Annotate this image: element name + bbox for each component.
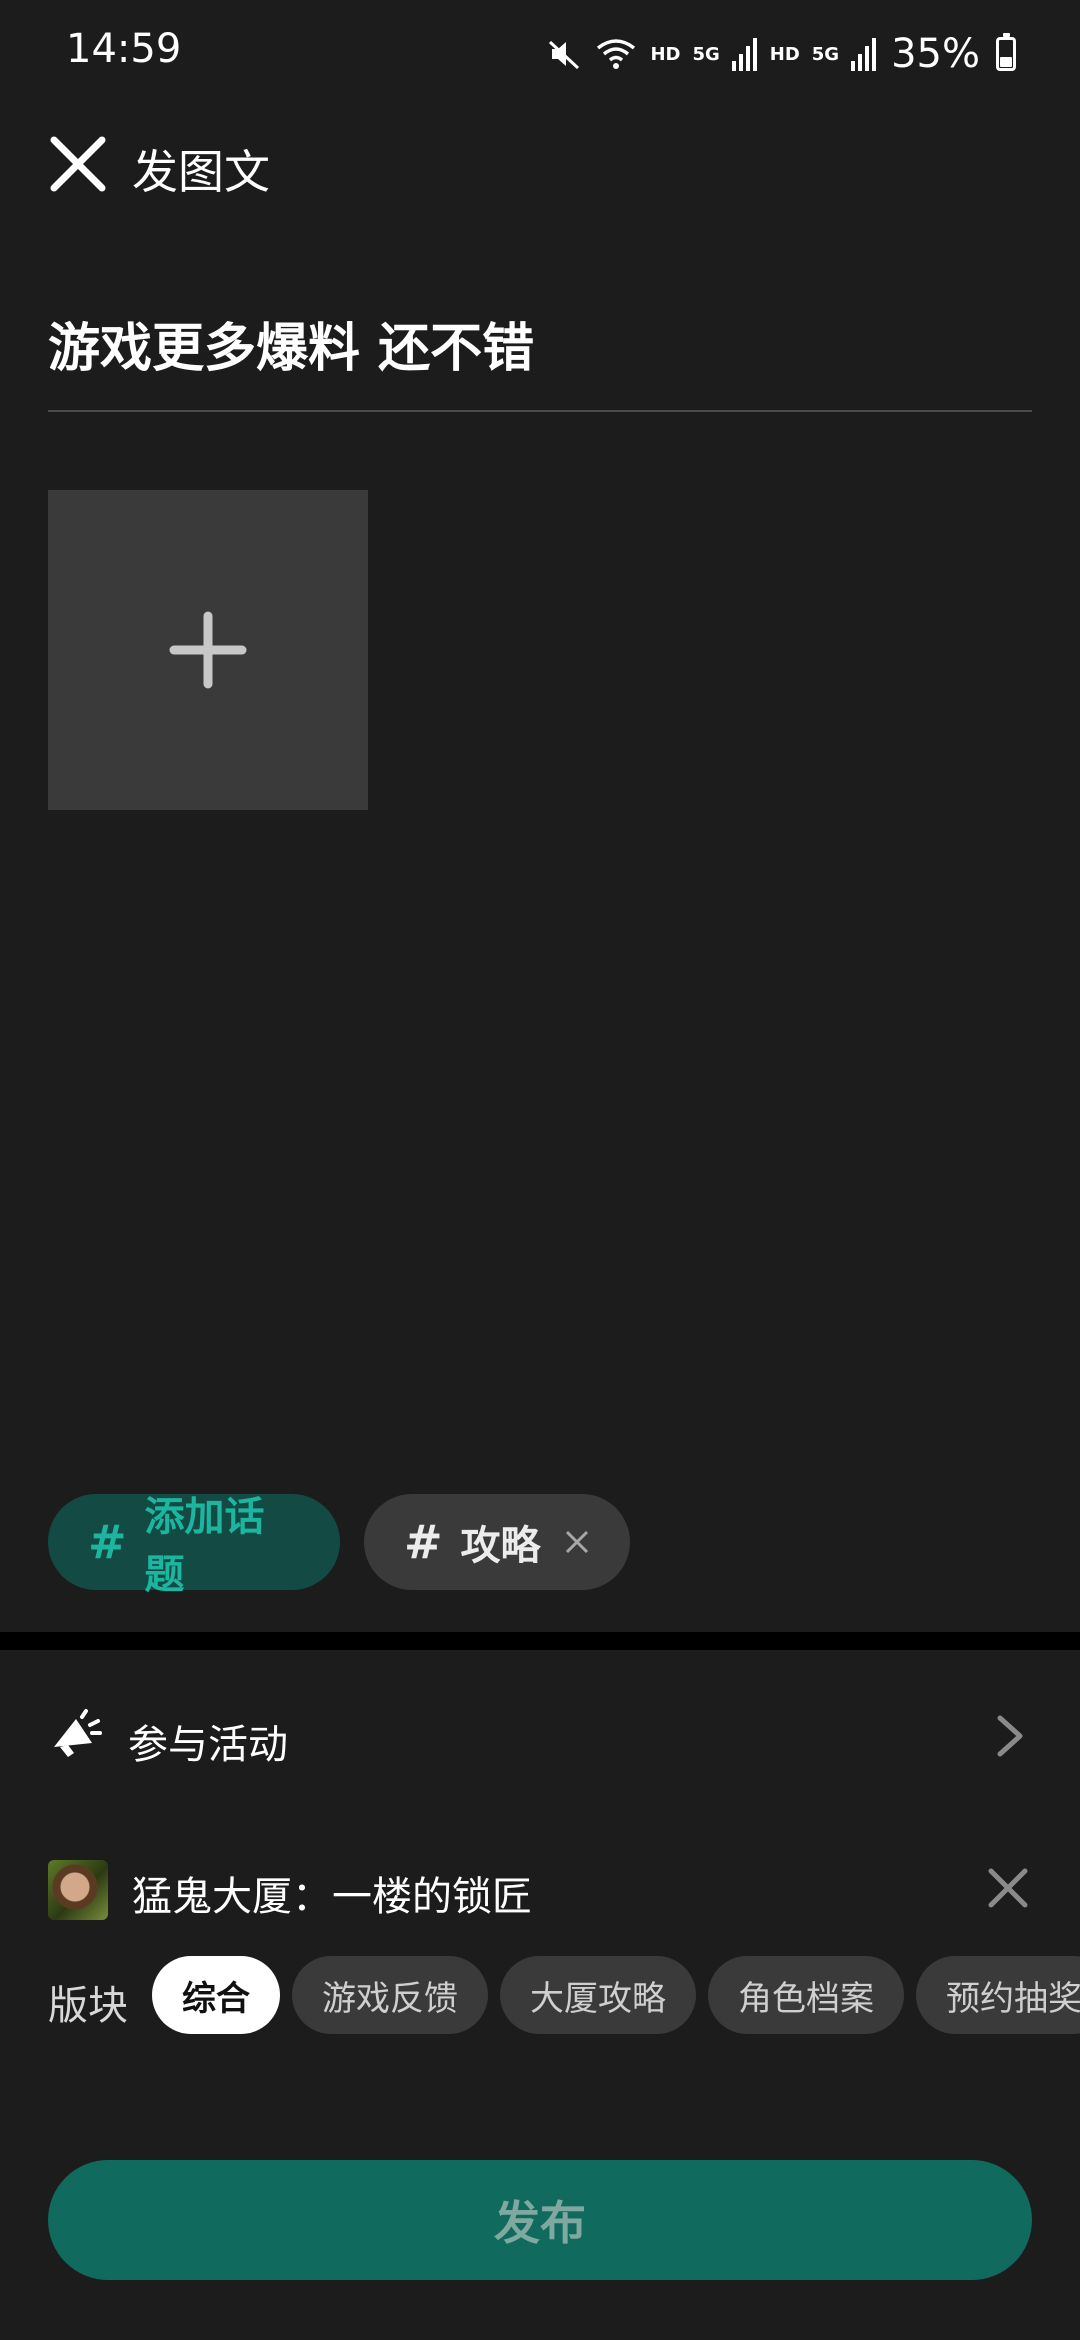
battery-fill [1000, 57, 1012, 67]
title-divider [48, 410, 1032, 412]
battery-icon [996, 33, 1016, 71]
close-icon [988, 1868, 1028, 1908]
battery-percent: 35% [891, 31, 980, 77]
section-chip[interactable]: 综合 [152, 1956, 280, 2034]
network-type-1: 5G [692, 43, 720, 65]
close-icon [565, 1530, 589, 1554]
post-title-input[interactable]: 游戏更多爆料 还不错 [48, 306, 534, 381]
megaphone-icon [48, 1707, 104, 1763]
game-avatar [48, 1860, 108, 1920]
network-type-2: 5G [811, 43, 840, 65]
add-topic-label: 添加话题 [144, 1494, 265, 1598]
section-chip-list: 综合 游戏反馈 大厦攻略 角色档案 预约抽奖 [152, 1956, 1080, 2034]
close-icon [50, 136, 106, 192]
chevron-right-icon [990, 1712, 1030, 1760]
remove-game-button[interactable] [986, 1866, 1030, 1910]
topic-chip-label: 攻略 [460, 1523, 541, 1569]
wifi-icon [597, 39, 636, 69]
hash-icon: # [404, 1515, 443, 1569]
status-time: 14:59 [66, 26, 182, 72]
signal-icon-1 [731, 38, 757, 71]
hd-indicator-1: HD [650, 43, 681, 65]
section-chip[interactable]: 大厦攻略 [500, 1956, 696, 2034]
game-name[interactable]: 猛鬼大厦：一楼的锁匠 [132, 1864, 532, 1922]
status-bar: 14:59 HD 5G HD 5G 35% [0, 0, 1080, 105]
add-image-button[interactable] [48, 490, 368, 810]
publish-button[interactable]: 发布 [48, 2160, 1032, 2280]
join-activity-label: 参与活动 [128, 1722, 288, 1768]
section-label: 版块 [48, 1983, 128, 2029]
hash-icon: # [88, 1515, 127, 1569]
section-separator [0, 1632, 1080, 1650]
status-icons: HD 5G HD 5G 35% [546, 26, 1016, 82]
close-button[interactable] [48, 134, 108, 194]
topic-chip[interactable]: # 攻略 [364, 1494, 630, 1590]
section-chip[interactable]: 游戏反馈 [292, 1956, 488, 2034]
add-topic-button[interactable]: # 添加话题 [48, 1494, 340, 1598]
mute-icon [549, 40, 580, 70]
plus-icon [169, 611, 247, 689]
signal-icon-2 [851, 38, 877, 71]
section-chip[interactable]: 角色档案 [708, 1956, 904, 2034]
hd-indicator-2: HD [769, 43, 800, 65]
section-chip[interactable]: 预约抽奖 [916, 1956, 1080, 2034]
page-title: 发图文 [132, 145, 270, 199]
remove-topic-button[interactable] [564, 1529, 590, 1555]
